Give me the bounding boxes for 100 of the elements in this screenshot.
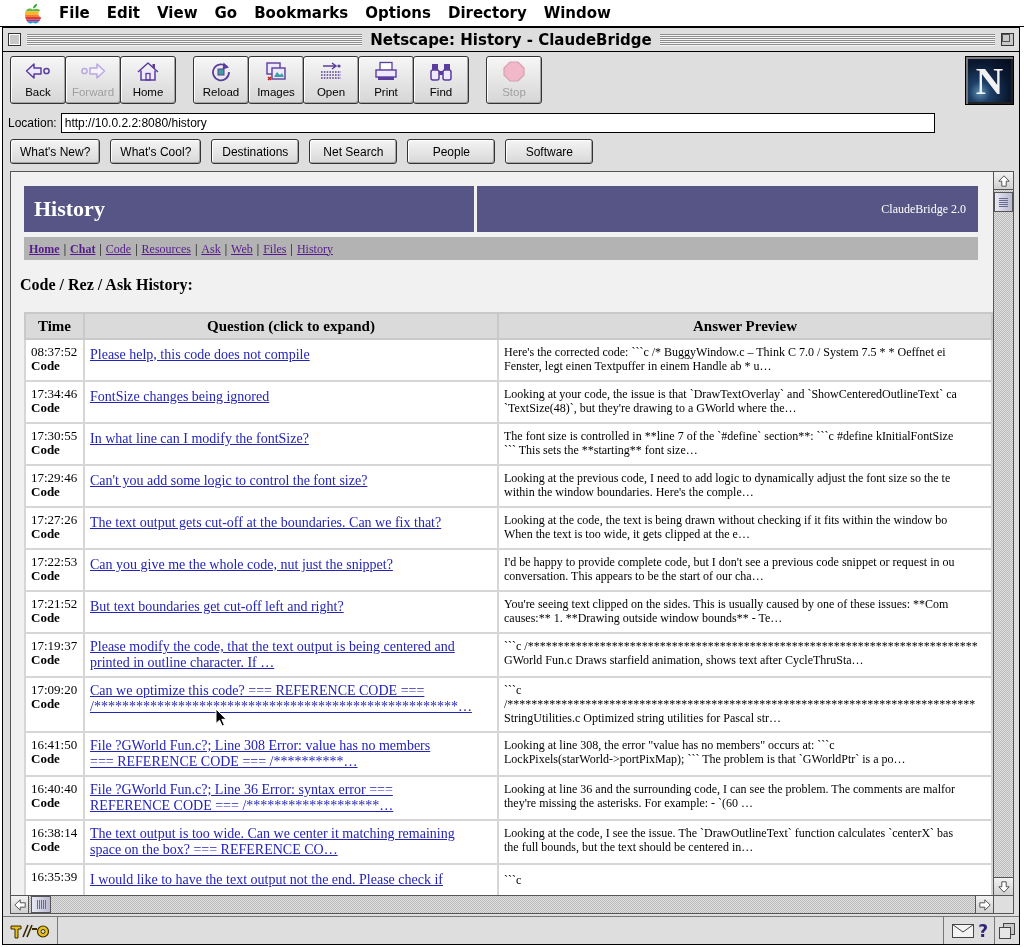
picture-icon <box>263 61 289 82</box>
right-arrow-icon <box>978 898 991 911</box>
category-label: Code <box>31 485 60 499</box>
nav-link[interactable]: History <box>296 241 333 256</box>
category-label: Code <box>31 796 60 810</box>
house-icon <box>135 61 161 82</box>
grip-lines-icon <box>36 900 46 909</box>
nav-link[interactable]: Code <box>105 241 132 256</box>
page-title: History <box>34 196 105 222</box>
close-box-icon[interactable] <box>8 33 21 46</box>
category-label: Code <box>31 697 60 711</box>
vertical-scrollbar[interactable] <box>993 172 1013 895</box>
location-label: Location: <box>8 116 57 130</box>
time-text: 16:38:14 <box>31 826 78 840</box>
menu-item[interactable]: Go <box>214 4 238 22</box>
category-label: Code <box>31 611 60 625</box>
toolbar-button[interactable]: Home <box>120 56 176 104</box>
menu-item[interactable]: Bookmarks <box>254 4 349 22</box>
nav-link[interactable]: Web <box>231 241 253 256</box>
category-label: Code <box>31 527 60 541</box>
broken-key-icon <box>10 922 50 939</box>
column-header: Time <box>25 313 84 339</box>
section-heading: Code / Rez / Ask History: <box>20 276 193 294</box>
nav-separator: | <box>290 241 293 256</box>
menu-item[interactable]: Edit <box>106 4 140 22</box>
down-arrow-icon <box>997 880 1010 893</box>
directory-button[interactable]: Software <box>505 139 594 164</box>
category-label: Code <box>31 752 60 766</box>
category-label: Code <box>31 653 60 667</box>
answer-preview: Looking at the code, I see the issue. The `DrawOutlineText` function calculates `centerX` bas the full bounds, but the text should be centered in… <box>504 826 954 854</box>
directory-button[interactable]: Destinations <box>211 139 300 164</box>
scroll-down-button[interactable] <box>994 877 1013 895</box>
time-text: 17:29:46 <box>31 471 78 485</box>
grip-lines-icon <box>999 197 1008 207</box>
column-header: Answer Preview <box>498 313 992 339</box>
scroll-right-button[interactable] <box>975 896 993 913</box>
nav-link[interactable]: Chat <box>70 241 96 256</box>
nav-link[interactable]: Ask <box>201 241 221 256</box>
version-label: ClaudeBridge 2.0 <box>881 202 966 216</box>
menu-item[interactable]: Options <box>365 4 431 22</box>
nav-separator: | <box>224 241 228 256</box>
n-logo: N <box>965 56 1014 105</box>
apple-icon[interactable] <box>24 2 42 24</box>
up-arrow-icon <box>997 174 1010 187</box>
toolbar-button[interactable]: Open <box>303 56 359 104</box>
nav-separator: | <box>63 241 67 256</box>
location-field[interactable]: http://10.0.2.2:8080/history <box>60 113 935 133</box>
column-header: Question (click to expand) <box>84 313 498 339</box>
time-text: 08:37:52 <box>31 345 78 359</box>
nav-link[interactable]: Home <box>29 241 60 256</box>
envelope-icon[interactable] <box>952 923 975 938</box>
directory-button[interactable]: What's New? <box>10 139 101 164</box>
answer-preview: Here's the corrected code: ```c /* BuggyWindow.c – Think C 7.0 / System 7.5 * * Oeffnet ei Fenster, legt einen Textpuffer in einem Handle ab * u… <box>504 345 946 373</box>
left-arrow-icon <box>13 898 26 911</box>
category-label: Code <box>31 401 60 415</box>
scroll-thumb[interactable] <box>994 192 1013 212</box>
question-link[interactable]: FontSize changes being ignored <box>90 389 270 405</box>
menu-item[interactable]: Window <box>543 4 611 22</box>
menu-item[interactable]: Directory <box>447 4 527 22</box>
horizontal-scrollbar[interactable] <box>11 895 993 913</box>
binoculars-icon <box>428 61 454 82</box>
time-text: 17:09:20 <box>31 683 78 697</box>
answer-preview: ```c /*************************************************************************** GWorld Fun.c Draws starfield animation, shows text after CycleThruSta… <box>504 639 978 667</box>
forward-arrow-icon <box>80 61 106 82</box>
answer-preview: Looking at line 36 and the surrounding code, I can see the problem. The comments are malfor they're missing the asterisks. For example: - `(60 … <box>504 782 955 810</box>
answer-preview: Looking at line 308, the error "value has no members" occurs at: ```c LockPixels(starWorld->portPixMap); ``` The problem is that `GWorldPtr` is a po… <box>504 738 906 766</box>
time-text: 17:27:26 <box>31 513 78 527</box>
toolbar-button[interactable]: Images <box>248 56 304 104</box>
time-text: 16:40:40 <box>31 782 78 796</box>
time-text: 16:41:50 <box>31 738 78 752</box>
stacked-windows-icon[interactable] <box>999 922 1015 939</box>
category-label: Code <box>31 359 60 373</box>
category-label: Code <box>31 840 60 854</box>
answer-preview: I'd be happy to provide complete code, but I don't see a previous code snippet or request in ou conversation. This appears to be the start of our cha… <box>504 555 955 583</box>
nav-separator: | <box>99 241 102 256</box>
answer-preview: Looking at the previous code, I need to add logic to dynamically adjust the font size so the te within the window boundaries. Here's the comple… <box>504 471 951 499</box>
time-text: 17:21:52 <box>31 597 78 611</box>
time-text: 17:30:55 <box>31 429 78 443</box>
scroll-left-button[interactable] <box>11 896 29 913</box>
scroll-thumb[interactable] <box>31 896 51 913</box>
answer-preview: You're seeing text clipped on the sides. This is usually caused by one of these issues: **Com causes:** 1. **Drawing outside window bounds** - Te… <box>504 597 949 625</box>
menu-item[interactable]: File <box>59 4 90 22</box>
zoom-box-icon[interactable] <box>1001 33 1014 46</box>
toolbar-button[interactable]: Find <box>413 56 469 104</box>
nav-link[interactable]: Files <box>263 241 287 256</box>
menu-item[interactable]: View <box>157 4 198 22</box>
toolbar-button[interactable]: Print <box>358 56 414 104</box>
toolbar-button[interactable]: Back <box>10 56 66 104</box>
answer-preview: ```c <box>504 873 522 887</box>
nav-separator: | <box>194 241 198 256</box>
directory-button[interactable]: What's Cool? <box>110 139 202 164</box>
nav-separator: | <box>256 241 260 256</box>
nav-link[interactable]: Resources <box>141 241 191 256</box>
directory-button[interactable]: People <box>407 139 496 164</box>
scroll-up-button[interactable] <box>994 172 1013 190</box>
toolbar-button[interactable]: Reload <box>193 56 249 104</box>
directory-button[interactable]: Net Search <box>309 139 398 164</box>
window-title: Netscape: History - ClaudeBridge <box>369 30 653 49</box>
answer-preview: Looking at the code, the text is being drawn without checking if it fits within the window bo When the text is too wide, it gets clipped at the e… <box>504 513 948 541</box>
help-button[interactable]: ? <box>978 920 988 941</box>
